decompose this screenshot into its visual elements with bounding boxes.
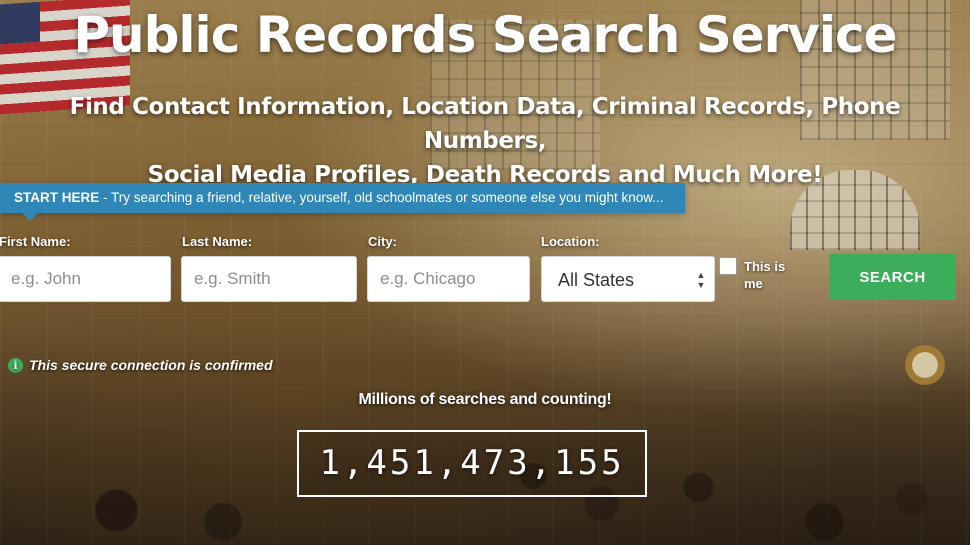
search-counter: 1,451,473,155 (297, 430, 647, 497)
subtitle-line-1: Find Contact Information, Location Data,… (69, 94, 901, 154)
secure-connection-text: This secure connection is confirmed (29, 357, 273, 373)
start-here-label: START HERE (14, 190, 100, 205)
city-label: City: (368, 234, 397, 249)
start-here-text: - Try searching a friend, relative, your… (99, 190, 664, 205)
city-input[interactable] (367, 256, 530, 302)
location-selected-value: All States (558, 270, 635, 290)
location-select[interactable]: All States ▲ ▼ (541, 256, 715, 302)
searches-counting-label: Millions of searches and counting! (358, 391, 612, 408)
start-here-banner: START HERE - Try searching a friend, rel… (0, 183, 685, 221)
secure-connection-notice: i This secure connection is confirmed (8, 357, 273, 373)
last-name-label: Last Name: (182, 234, 253, 249)
first-name-input[interactable] (0, 256, 171, 302)
page-subtitle: Find Contact Information, Location Data,… (10, 90, 960, 192)
info-icon: i (8, 357, 23, 373)
this-is-me-label: This is me (744, 259, 786, 291)
last-name-input[interactable] (181, 256, 357, 302)
select-arrows-icon: ▲ ▼ (696, 270, 706, 290)
search-button[interactable]: SEARCH (829, 254, 956, 300)
location-label: Location: (541, 234, 600, 249)
page-title: Public Records Search Service (73, 6, 897, 64)
this-is-me-checkbox[interactable] (719, 257, 737, 275)
first-name-label: First Name: (0, 234, 71, 249)
